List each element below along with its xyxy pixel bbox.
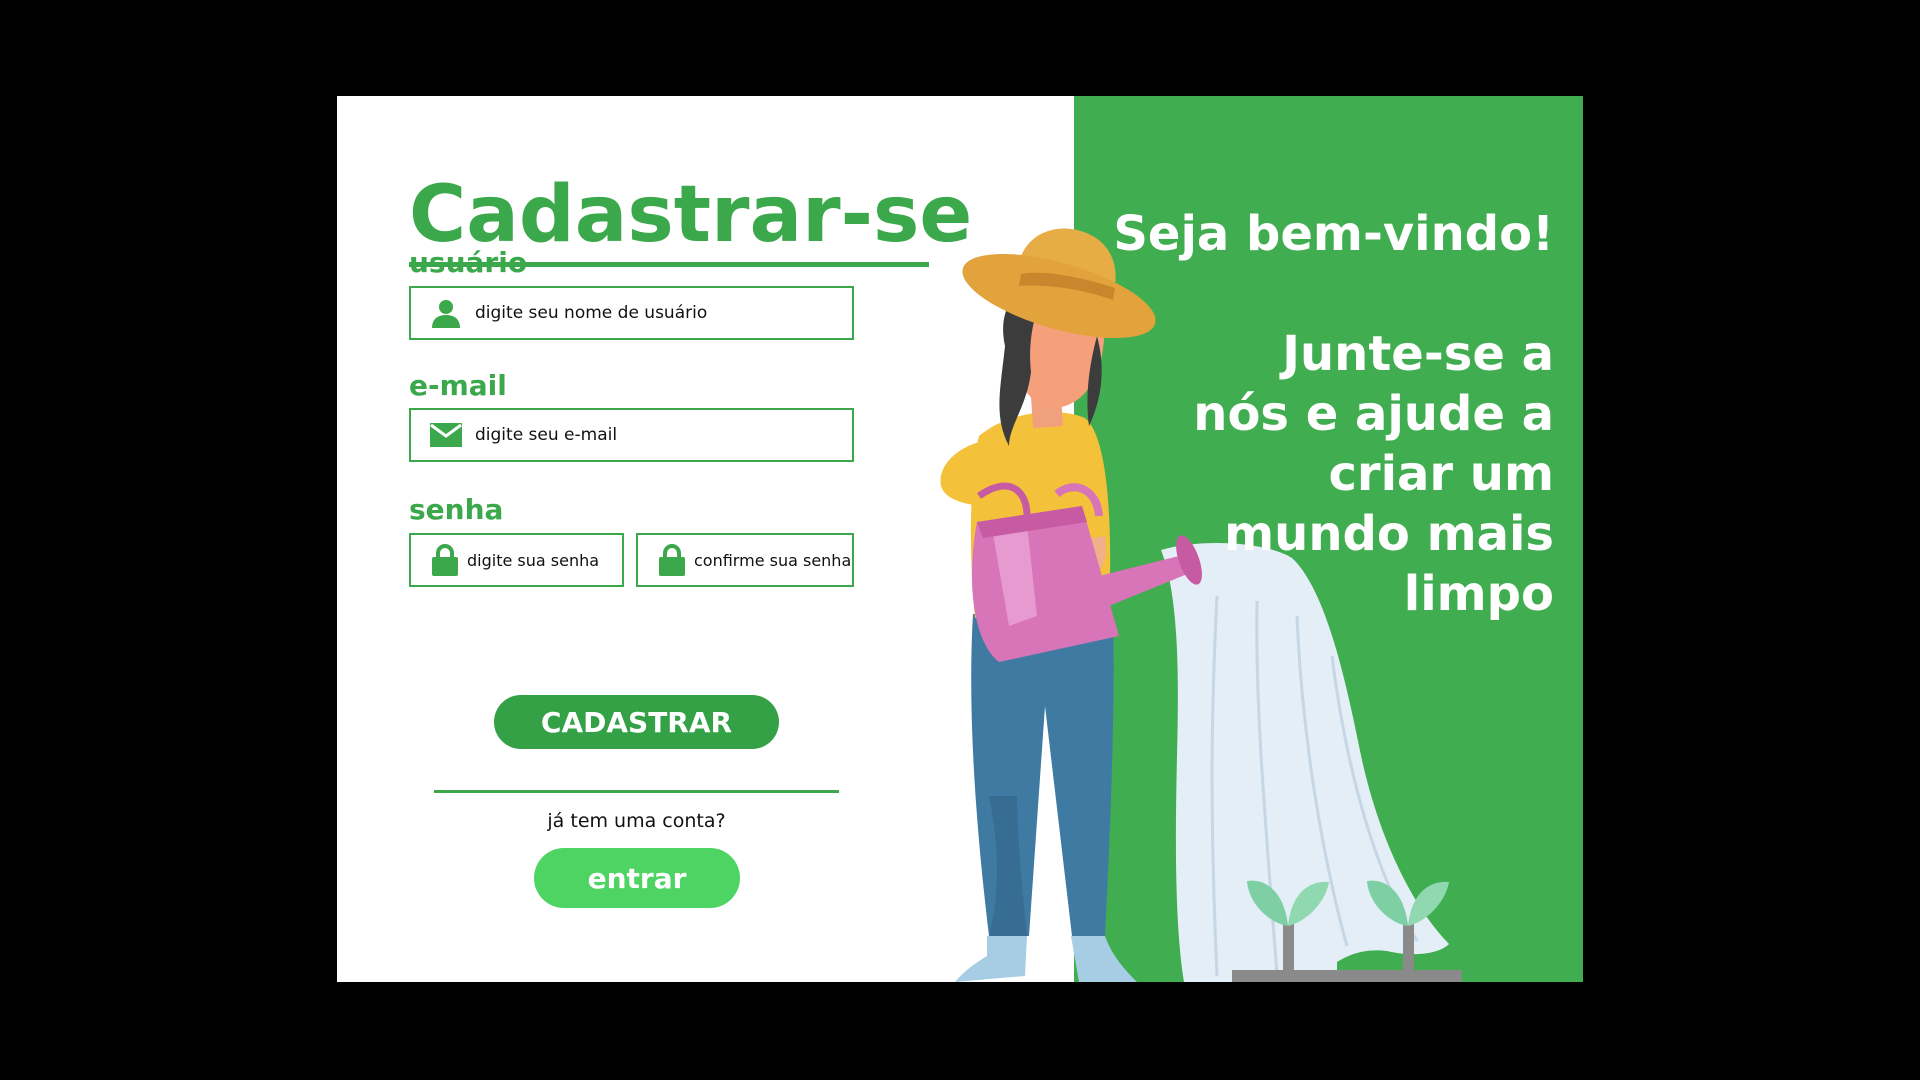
- page-title: Cadastrar-se: [409, 170, 973, 260]
- entrar-button[interactable]: entrar: [534, 848, 740, 908]
- confirm-password-field-box[interactable]: [636, 533, 854, 587]
- welcome-heading: Seja bem-vindo!: [1113, 206, 1554, 262]
- cadastrar-button[interactable]: CADASTRAR: [494, 695, 779, 749]
- username-field-box[interactable]: [409, 286, 854, 340]
- lock-icon: [431, 543, 459, 577]
- password-label: senha: [409, 493, 504, 526]
- signup-card: Cadastrar-se usuário e-mail senha CADAST…: [337, 96, 1583, 982]
- password-field-box[interactable]: [409, 533, 624, 587]
- envelope-icon: [429, 418, 463, 452]
- password-input[interactable]: [467, 550, 622, 570]
- has-account-text: já tem uma conta?: [547, 810, 726, 832]
- confirm-password-input[interactable]: [694, 550, 852, 570]
- email-field-box[interactable]: [409, 408, 854, 462]
- email-input[interactable]: [475, 425, 852, 445]
- slogan-text: Junte-se a nós e ajude a criar um mundo …: [1193, 326, 1554, 622]
- lock-icon: [658, 543, 686, 577]
- email-label: e-mail: [409, 369, 507, 402]
- divider: [434, 790, 839, 793]
- username-input[interactable]: [475, 303, 852, 323]
- user-icon: [429, 296, 463, 330]
- username-label: usuário: [409, 246, 528, 279]
